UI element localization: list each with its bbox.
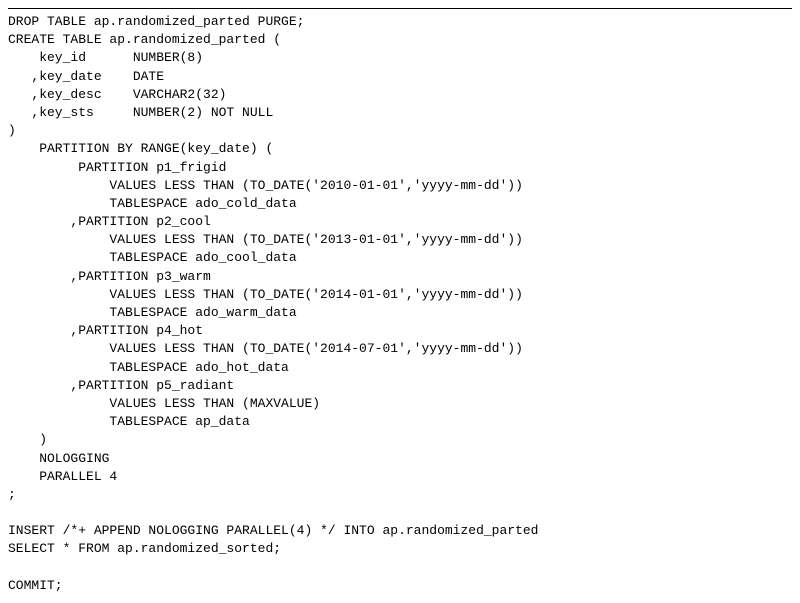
code-line: ) <box>8 123 16 138</box>
code-line: VALUES LESS THAN (TO_DATE('2010-01-01','… <box>8 178 523 193</box>
code-line: VALUES LESS THAN (TO_DATE('2014-07-01','… <box>8 341 523 356</box>
code-line: ,key_desc VARCHAR2(32) <box>8 87 226 102</box>
code-line: VALUES LESS THAN (TO_DATE('2014-01-01','… <box>8 287 523 302</box>
code-line: INSERT /*+ APPEND NOLOGGING PARALLEL(4) … <box>8 523 539 538</box>
code-line: ,PARTITION p5_radiant <box>8 378 234 393</box>
code-line: DROP TABLE ap.randomized_parted PURGE; <box>8 14 304 29</box>
code-line: NOLOGGING <box>8 451 109 466</box>
code-line: CREATE TABLE ap.randomized_parted ( <box>8 32 281 47</box>
code-line: ; <box>8 487 16 502</box>
code-line: PARTITION p1_frigid <box>8 160 226 175</box>
code-line: SELECT * FROM ap.randomized_sorted; <box>8 541 281 556</box>
code-line: TABLESPACE ado_warm_data <box>8 305 297 320</box>
code-line: ,PARTITION p4_hot <box>8 323 203 338</box>
code-line: TABLESPACE ap_data <box>8 414 250 429</box>
code-line: COMMIT; <box>8 578 63 593</box>
sql-code-block: DROP TABLE ap.randomized_parted PURGE; C… <box>8 13 792 595</box>
code-line: ,key_sts NUMBER(2) NOT NULL <box>8 105 273 120</box>
code-line: VALUES LESS THAN (MAXVALUE) <box>8 396 320 411</box>
code-line: ,PARTITION p2_cool <box>8 214 211 229</box>
code-line: key_id NUMBER(8) <box>8 50 203 65</box>
code-line: TABLESPACE ado_cool_data <box>8 250 297 265</box>
code-line: ,PARTITION p3_warm <box>8 269 211 284</box>
code-line: ) <box>8 432 47 447</box>
code-line: VALUES LESS THAN (TO_DATE('2013-01-01','… <box>8 232 523 247</box>
code-line: ,key_date DATE <box>8 69 164 84</box>
top-rule <box>8 8 792 9</box>
code-line: TABLESPACE ado_cold_data <box>8 196 297 211</box>
code-line: TABLESPACE ado_hot_data <box>8 360 289 375</box>
code-line: PARALLEL 4 <box>8 469 117 484</box>
code-line: PARTITION BY RANGE(key_date) ( <box>8 141 273 156</box>
